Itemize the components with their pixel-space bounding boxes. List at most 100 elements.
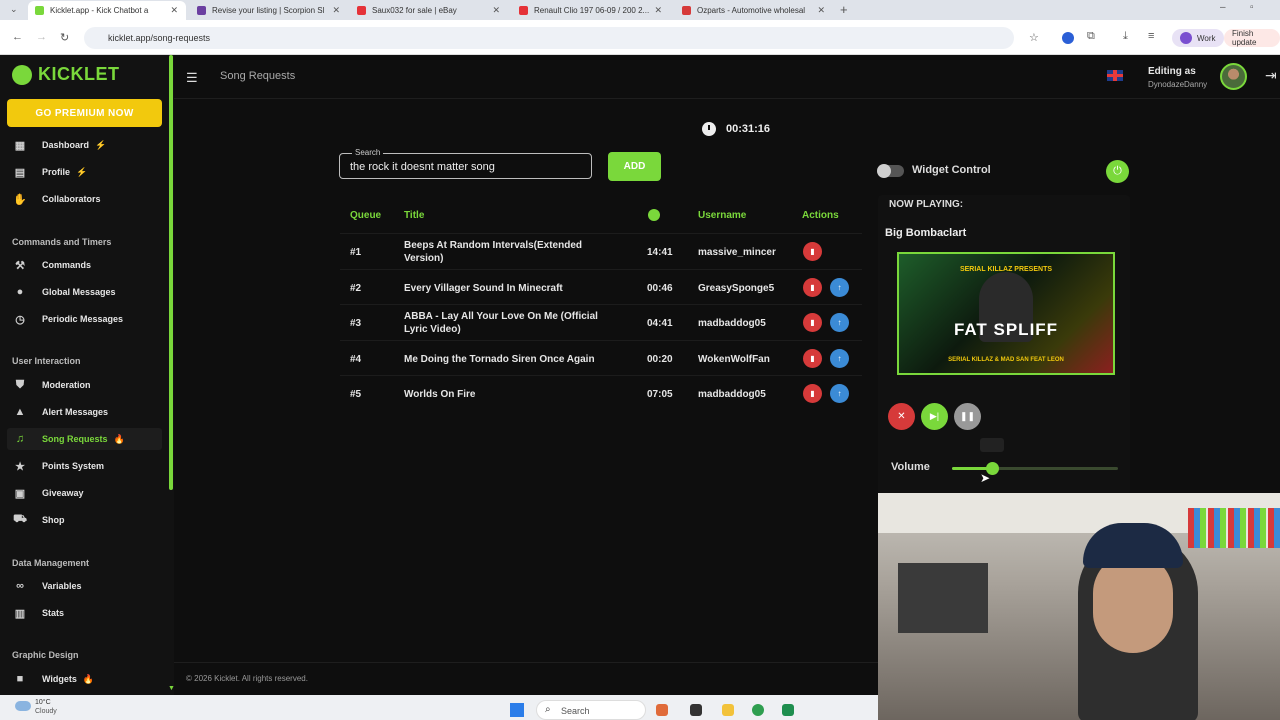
volume-slider[interactable] <box>952 462 1118 475</box>
sidebar-item-shop[interactable]: ⛟ Shop <box>7 509 162 531</box>
clock-icon: ◷ <box>15 313 25 326</box>
tab-close-icon[interactable]: ✕ <box>817 5 825 16</box>
sidebar-item-commands[interactable]: ⚒ Commands <box>7 254 162 276</box>
taskbar-app2-icon[interactable] <box>782 704 794 716</box>
table-row: #4 Me Doing the Tornado Siren Once Again 0… <box>340 339 862 375</box>
search-field[interactable]: Search <box>339 148 592 179</box>
sidebar-item-profile[interactable]: ▤ Profile ⚡ <box>7 161 162 183</box>
logout-icon[interactable]: ⇥ <box>1265 67 1277 84</box>
gift-icon: ▣ <box>14 487 26 500</box>
delete-song-button[interactable]: ▮ <box>803 348 822 368</box>
reload-icon[interactable]: ↻ <box>60 31 69 44</box>
volume-label: Volume <box>891 461 930 473</box>
tab-close-icon[interactable]: ✕ <box>654 5 662 16</box>
delete-song-button[interactable]: ▮ <box>803 384 822 403</box>
extension-icon[interactable] <box>1062 32 1074 44</box>
finish-update-button[interactable]: Finish update <box>1224 29 1280 47</box>
user-avatar[interactable] <box>1220 63 1247 90</box>
cloud-icon <box>15 701 31 711</box>
sidebar-item-alert-messages[interactable]: ▲ Alert Messages <box>7 401 162 423</box>
task-view-icon[interactable] <box>690 704 702 716</box>
sidebar-item-variables[interactable]: ∞ Variables <box>7 575 162 597</box>
windows-start-icon[interactable] <box>510 703 524 717</box>
bookmark-star-icon[interactable]: ☆ <box>1029 31 1039 44</box>
move-up-button[interactable]: ↑ <box>830 313 849 332</box>
browser-tab[interactable]: Kicklet.app - Kick Chatbot a ✕ <box>28 1 186 20</box>
editing-as-label: Editing as <box>1148 66 1196 77</box>
new-tab-button[interactable]: + <box>840 2 848 17</box>
back-arrow-icon[interactable]: ← <box>12 31 23 43</box>
sidebar-item-label: Giveaway <box>42 488 84 498</box>
move-up-button[interactable]: ↑ <box>830 348 849 368</box>
delete-song-button[interactable]: ▮ <box>803 242 822 261</box>
chrome-icon[interactable] <box>752 704 764 716</box>
browser-tab[interactable]: Revise your listing | Scorpion Sl ✕ <box>190 1 348 20</box>
tab-close-icon[interactable]: ✕ <box>332 5 340 16</box>
widget-control-toggle[interactable] <box>877 164 904 178</box>
stop-button[interactable]: ✕ <box>888 403 915 430</box>
add-song-button[interactable]: ADD <box>608 152 661 181</box>
address-bar[interactable]: kicklet.app/song-requests <box>84 27 1014 49</box>
top-bar: ☰ Song Requests Editing as DynodazeDanny… <box>174 55 1280 99</box>
pause-button[interactable]: ❚❚ <box>954 403 981 430</box>
sidebar-item-label: Moderation <box>42 380 91 390</box>
section-user-interaction: User Interaction <box>12 356 81 366</box>
uk-flag-icon[interactable] <box>1107 70 1123 81</box>
requester-username: madbaddog05 <box>698 389 766 400</box>
minimize-icon[interactable]: – <box>1220 2 1226 13</box>
sidebar-item-song-requests[interactable]: ♫ Song Requests 🔥 <box>7 428 162 450</box>
sidebar-item-collaborators[interactable]: ✋ Collaborators <box>7 188 162 210</box>
taskbar-app-icon[interactable] <box>656 704 668 716</box>
song-duration: 07:05 <box>647 389 673 400</box>
move-up-button[interactable]: ↑ <box>830 277 849 297</box>
taskbar-search[interactable]: ⌕ Search <box>536 700 646 720</box>
browser-tab[interactable]: Renault Clio 197 06-09 / 200 2... ✕ <box>512 1 670 20</box>
tab-list-chevron-icon[interactable]: ⌄ <box>10 4 18 15</box>
sidebar-item-label: Global Messages <box>42 287 116 297</box>
sidebar-item-label: Points System <box>42 461 105 471</box>
skip-button[interactable]: ▶| <box>921 403 948 430</box>
search-input[interactable] <box>350 159 580 174</box>
brand-logo[interactable]: KICKLET <box>12 64 120 85</box>
timer-value: 00:31:16 <box>726 123 771 135</box>
move-up-button[interactable]: ↑ <box>830 384 849 403</box>
bar-chart-icon: ▥ <box>14 607 26 620</box>
delete-song-button[interactable]: ▮ <box>803 313 822 332</box>
delete-song-button[interactable]: ▮ <box>803 277 822 297</box>
tab-close-icon[interactable]: ✕ <box>492 5 500 16</box>
download-icon[interactable]: ⤓ <box>1123 30 1128 43</box>
forward-arrow-icon[interactable]: → <box>36 31 47 43</box>
song-duration: 14:41 <box>647 247 673 258</box>
menu-toggle-icon[interactable]: ☰ <box>186 70 198 86</box>
section-graphic-design: Graphic Design <box>12 650 79 660</box>
browser-tab[interactable]: Saux032 for sale | eBay ✕ <box>350 1 508 20</box>
sidebar-item-moderation[interactable]: ⛊ Moderation <box>7 374 162 396</box>
media-icon[interactable]: ≡ <box>1148 30 1154 42</box>
sidebar-item-global-messages[interactable]: ● Global Messages <box>7 281 162 303</box>
sidebar-item-stats[interactable]: ▥ Stats <box>7 602 162 624</box>
sidebar-scrollbar[interactable] <box>169 55 173 490</box>
file-explorer-icon[interactable] <box>722 704 734 716</box>
lightning-badge-icon: ⚡ <box>95 139 107 150</box>
song-title: ABBA - Lay All Your Love On Me (Official… <box>404 311 598 335</box>
webcam-shelf <box>1188 508 1280 548</box>
sidebar-item-periodic-messages[interactable]: ◷ Periodic Messages <box>7 308 162 330</box>
song-title: Worlds On Fire <box>404 389 476 400</box>
maximize-icon[interactable]: ▫ <box>1250 2 1254 13</box>
tab-close-icon[interactable]: ✕ <box>170 5 178 16</box>
profile-chip[interactable]: Work <box>1172 29 1224 47</box>
browser-tab[interactable]: Ozparts - Automotive wholesal ✕ <box>675 1 833 20</box>
sidebar-item-giveaway[interactable]: ▣ Giveaway <box>7 482 162 504</box>
widget-control-label: Widget Control <box>912 164 991 176</box>
shield-icon: ⛊ <box>15 378 25 391</box>
warning-icon: ▲ <box>14 406 26 418</box>
tab-favicon-icon <box>357 6 366 15</box>
sidebar-item-widgets[interactable]: ■ Widgets 🔥 <box>7 668 162 690</box>
go-premium-button[interactable]: GO PREMIUM NOW <box>7 99 162 127</box>
table-row: #1 Beeps At Random Intervals(Extended Ver… <box>340 233 862 268</box>
sidebar-item-points-system[interactable]: ★ Points System <box>7 455 162 477</box>
requester-username: massive_mincer <box>698 247 776 258</box>
puzzle-extensions-icon[interactable]: ⧉ <box>1087 30 1095 43</box>
power-icon[interactable]: ⏻ <box>1106 160 1129 183</box>
sidebar-item-dashboard[interactable]: ▦ Dashboard ⚡ <box>7 134 162 156</box>
